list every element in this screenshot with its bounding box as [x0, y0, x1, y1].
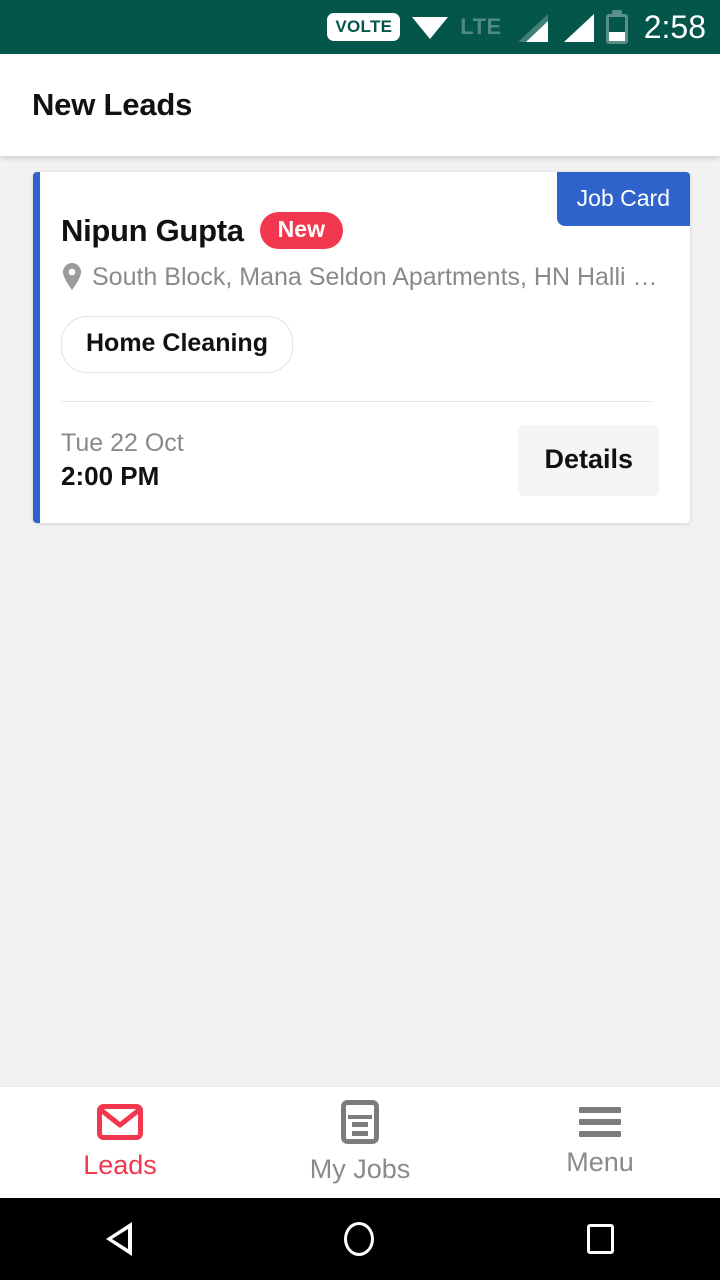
- nav-label-my-jobs: My Jobs: [309, 1154, 411, 1184]
- hamburger-icon: [579, 1107, 621, 1137]
- document-icon: [341, 1100, 379, 1144]
- customer-name: Nipun Gupta: [61, 212, 244, 248]
- network-type-label: LTE: [460, 14, 502, 39]
- nav-label-menu: Menu: [566, 1147, 634, 1177]
- details-button[interactable]: Details: [518, 425, 659, 496]
- android-recents-icon[interactable]: [586, 1224, 614, 1254]
- volte-badge: VOLTE: [327, 13, 401, 41]
- lead-address: South Block, Mana Seldon Apartments, HN …: [92, 262, 658, 291]
- lead-card[interactable]: Job Card Nipun Gupta New South Block, Ma…: [33, 172, 690, 523]
- lead-footer-row: Tue 22 Oct 2:00 PM Details: [61, 402, 690, 523]
- nav-item-menu[interactable]: Menu: [480, 1107, 720, 1178]
- nav-item-my-jobs[interactable]: My Jobs: [240, 1100, 480, 1185]
- lead-date: Tue 22 Oct: [61, 429, 184, 457]
- status-bar: VOLTE LTE 2:58: [0, 0, 720, 54]
- app-bar: New Leads: [0, 54, 720, 156]
- android-navigation-bar: [0, 1198, 720, 1280]
- service-chip: Home Cleaning: [61, 316, 293, 373]
- battery-low-icon: [605, 10, 628, 44]
- status-badge: New: [259, 212, 343, 249]
- signal-bars-partial-icon: [514, 12, 548, 42]
- nav-item-leads[interactable]: Leads: [0, 1104, 240, 1181]
- nav-label-leads: Leads: [83, 1150, 157, 1180]
- lead-time: 2:00 PM: [61, 461, 160, 491]
- location-pin-icon: [61, 262, 83, 292]
- android-home-icon[interactable]: [344, 1222, 375, 1256]
- job-card-button[interactable]: Job Card: [556, 172, 690, 226]
- envelope-icon: [97, 1104, 143, 1140]
- leads-list: Job Card Nipun Gupta New South Block, Ma…: [0, 156, 720, 1086]
- page-title: New Leads: [32, 87, 193, 122]
- phone-screen: VOLTE LTE 2:58 New Leads Job Card Nipun …: [0, 0, 720, 1280]
- address-row: South Block, Mana Seldon Apartments, HN …: [61, 249, 690, 292]
- wifi-icon: [412, 13, 449, 41]
- android-back-icon[interactable]: [106, 1222, 133, 1256]
- status-bar-clock: 2:58: [643, 8, 706, 45]
- schedule-block: Tue 22 Oct 2:00 PM: [61, 429, 184, 492]
- signal-bars-full-icon: [560, 12, 594, 42]
- bottom-navigation: Leads My Jobs Menu: [0, 1086, 720, 1198]
